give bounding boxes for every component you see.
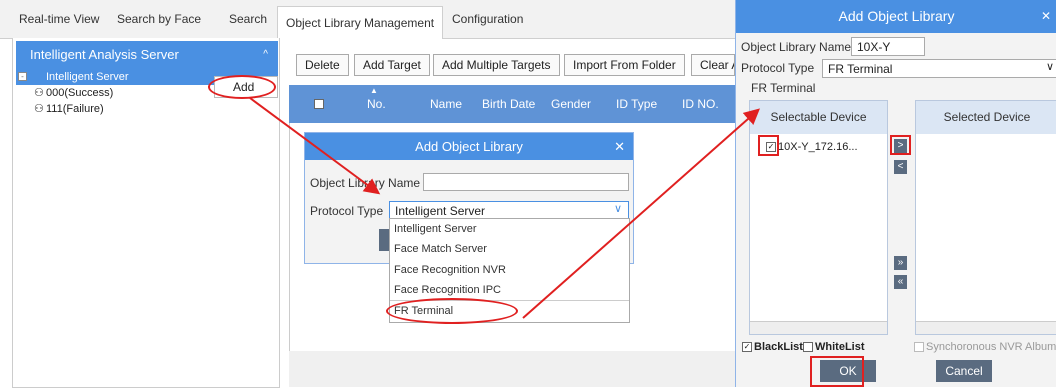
- arrow-fr-terminal-to-right-dialog: [522, 108, 760, 319]
- annotation-arrows: [249, 97, 760, 319]
- arrow-add-to-dialog: [249, 97, 381, 195]
